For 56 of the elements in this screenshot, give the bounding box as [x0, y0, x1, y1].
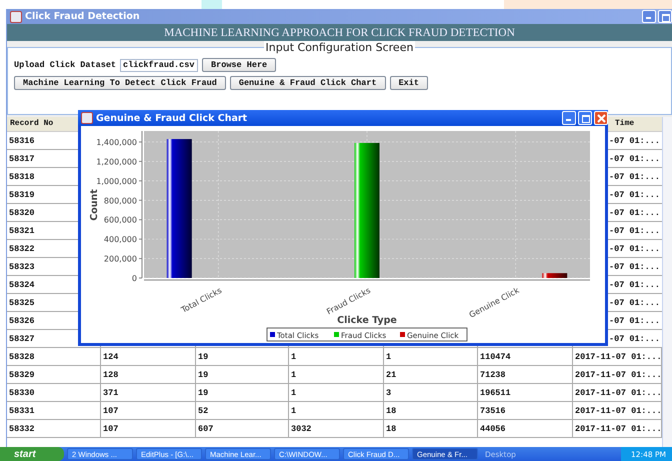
table-cell: 19	[196, 348, 289, 366]
y-tick-label: 400,000	[104, 235, 137, 244]
action-button[interactable]: Genuine & Fraud Click Chart	[230, 76, 386, 90]
table-cell: 607	[196, 420, 289, 438]
maximize-button[interactable]	[658, 10, 672, 23]
minimize-button[interactable]	[642, 10, 656, 23]
table-cell: 58331	[7, 402, 101, 420]
table-cell: 110474	[478, 348, 573, 366]
table-cell: 128	[101, 366, 196, 384]
table-cell: 19	[196, 384, 289, 402]
upload-label: Upload Click Dataset	[14, 60, 116, 70]
dialog-title: Genuine & Fraud Click Chart	[96, 112, 248, 124]
start-button[interactable]: start	[0, 447, 64, 461]
panel-title: Input Configuration Screen	[264, 41, 416, 54]
close-button[interactable]	[594, 111, 608, 125]
table-cell: 18	[384, 420, 478, 438]
maximize-button[interactable]	[578, 111, 592, 125]
table-cell: 107	[101, 402, 196, 420]
table-cell: 58330	[7, 384, 101, 402]
table-cell: 3032	[289, 420, 384, 438]
table-cell: 44056	[478, 420, 573, 438]
table-cell: 1	[384, 348, 478, 366]
table-cell: 107	[101, 420, 196, 438]
dataset-field[interactable]: clickfraud.csv	[120, 58, 198, 72]
table-cell: 58329	[7, 366, 101, 384]
table-cell: 18	[384, 402, 478, 420]
minimize-button[interactable]	[562, 111, 576, 125]
window-title: Click Fraud Detection	[25, 11, 140, 22]
table-cell: 21	[384, 366, 478, 384]
table-cell: 124	[101, 348, 196, 366]
table-cell: 71238	[478, 366, 573, 384]
scrollbar[interactable]	[662, 117, 672, 447]
table-cell: 3	[384, 384, 478, 402]
table-cell: 1	[289, 348, 384, 366]
app-heading: MACHINE LEARNING APPROACH FOR CLICK FRAUD DETECTION	[7, 24, 672, 41]
column-header[interactable]: Record No	[10, 119, 54, 128]
action-button[interactable]: Exit	[390, 76, 428, 90]
table-cell: 19	[196, 366, 289, 384]
table-cell: 52	[196, 402, 289, 420]
table-cell: 58328	[7, 348, 101, 366]
table-cell: 1	[289, 366, 384, 384]
table-cell: 1	[289, 384, 384, 402]
x-tick-label: Total Clicks	[180, 286, 224, 315]
y-tick-label: 200,000	[104, 254, 137, 264]
table-cell: 58332	[7, 420, 101, 438]
table-cell: 196511	[478, 384, 573, 402]
table-cell: 73516	[478, 402, 573, 420]
table-cell: 371	[101, 384, 196, 402]
y-tick-label: 0	[132, 274, 137, 283]
y-tick-label: 800,000	[104, 196, 137, 206]
column-header[interactable]: Time	[615, 119, 634, 128]
action-button[interactable]: Machine Learning To Detect Click Fraud	[14, 76, 226, 90]
browse-button[interactable]: Browse Here	[202, 58, 276, 72]
y-tick-label: 600,000	[104, 216, 137, 225]
x-axis-title: Clicke Type	[337, 315, 397, 326]
table-cell: 1	[289, 402, 384, 420]
